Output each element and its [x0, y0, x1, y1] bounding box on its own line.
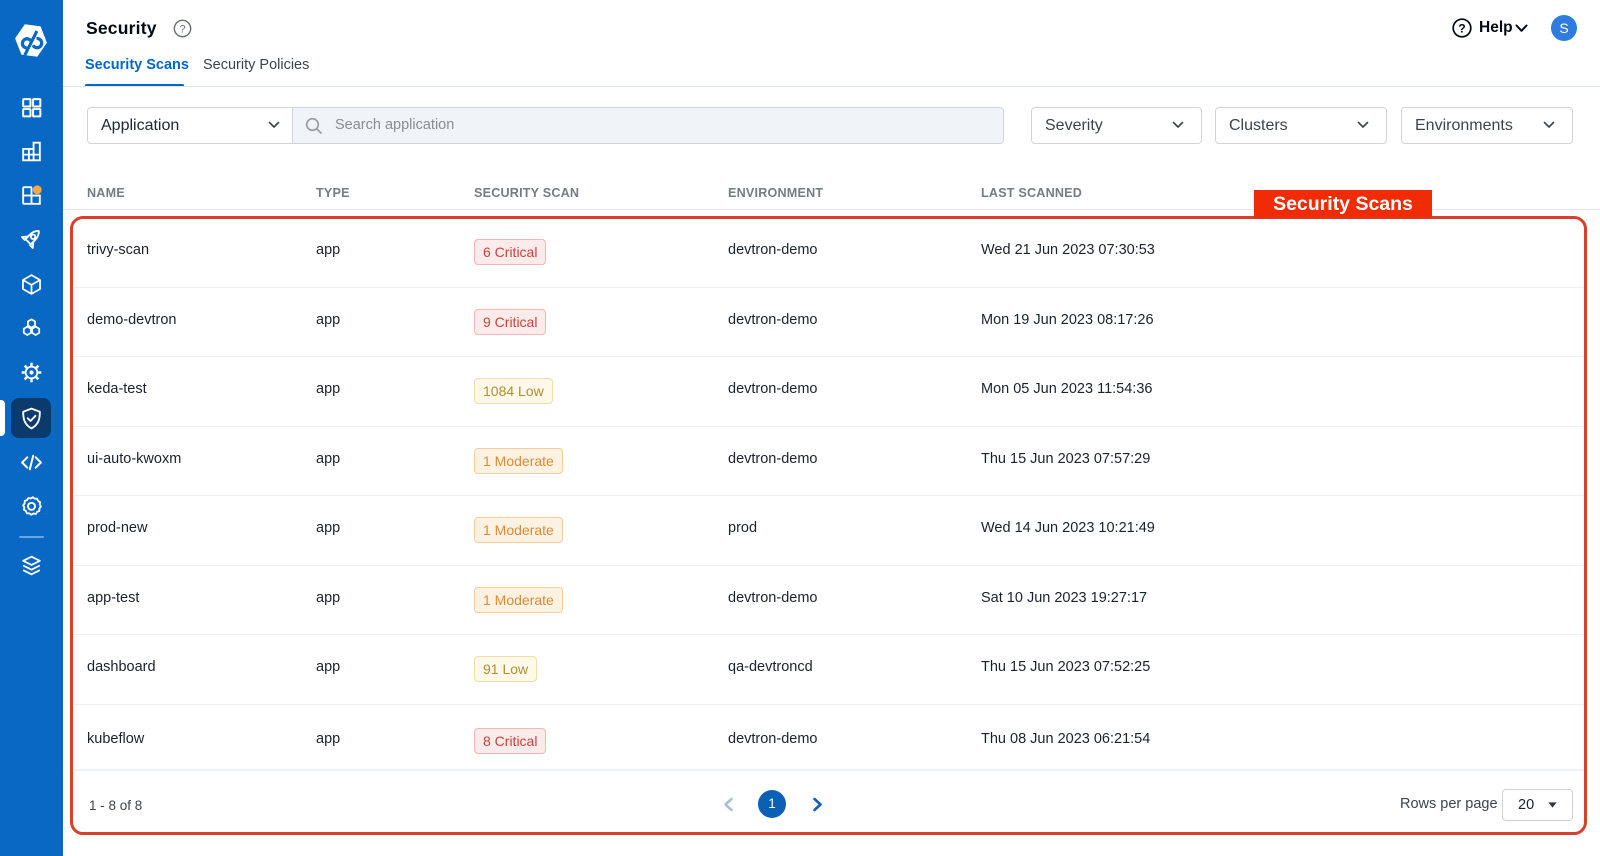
- svg-text:?: ?: [179, 23, 185, 35]
- svg-text:?: ?: [1458, 21, 1465, 35]
